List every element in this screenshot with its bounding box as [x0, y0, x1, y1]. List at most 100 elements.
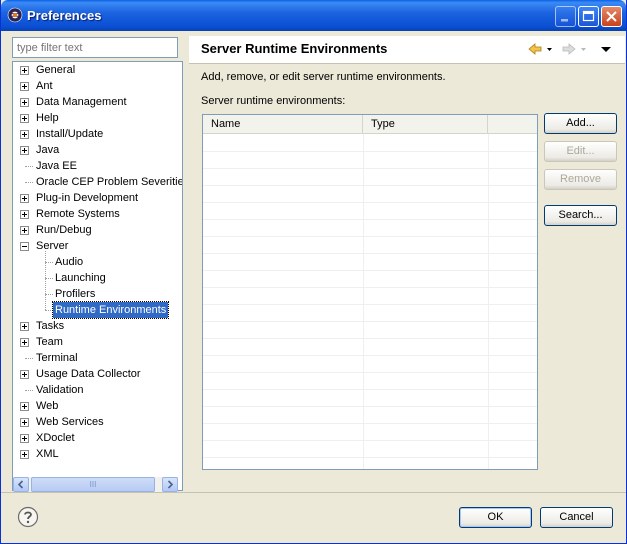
tree-item[interactable]: Java EE [13, 158, 182, 174]
runtime-environments-table[interactable]: Name Type [202, 114, 538, 470]
table-row-line [203, 457, 537, 458]
tree-connector [25, 358, 33, 359]
tree-item[interactable]: Run/Debug [13, 222, 182, 238]
tree-item[interactable]: Launching [13, 270, 182, 286]
tree-connector [25, 166, 33, 167]
remove-button[interactable]: Remove [544, 169, 617, 190]
scroll-thumb[interactable]: III [31, 477, 155, 492]
tree-connector [25, 390, 33, 391]
help-icon[interactable] [17, 506, 39, 528]
minimize-icon [561, 19, 568, 22]
expand-icon[interactable] [20, 146, 29, 155]
tree-item[interactable]: XDoclet [13, 430, 182, 446]
tree-item[interactable]: Tasks [13, 318, 182, 334]
tree-connector [45, 278, 53, 279]
tree-item-label: Ant [36, 80, 53, 92]
tree-item-label: XDoclet [36, 432, 75, 444]
expand-icon[interactable] [20, 98, 29, 107]
preferences-window: Preferences General Ant Data Management Hel… [0, 0, 627, 544]
tree-item[interactable]: Oracle CEP Problem Severities [13, 174, 182, 190]
tree-item[interactable]: Plug-in Development [13, 190, 182, 206]
collapse-icon[interactable] [20, 242, 29, 251]
ok-button[interactable]: OK [459, 507, 532, 528]
tree-item[interactable]: Help [13, 110, 182, 126]
tree-item[interactable]: Runtime Environments [13, 301, 182, 319]
scroll-left-button[interactable] [13, 477, 29, 492]
close-button[interactable] [601, 6, 622, 27]
expand-icon[interactable] [20, 66, 29, 75]
preferences-tree[interactable]: General Ant Data Management Help Install/Upd… [12, 61, 183, 491]
expand-icon[interactable] [20, 194, 29, 203]
title-bar[interactable]: Preferences [1, 0, 626, 31]
expand-icon[interactable] [20, 226, 29, 235]
tree-item-label: General [36, 64, 76, 76]
table-row-line [203, 270, 537, 271]
tree-item[interactable]: Validation [13, 382, 182, 398]
table-row-line [203, 253, 537, 254]
tree-item[interactable]: General [13, 62, 182, 78]
maximize-button[interactable] [578, 6, 599, 27]
expand-icon[interactable] [20, 210, 29, 219]
expand-icon[interactable] [20, 338, 29, 347]
table-row-line [203, 219, 537, 220]
page-title: Server Runtime Environments [201, 41, 388, 56]
table-row-line [203, 338, 537, 339]
chevron-right-icon [167, 480, 174, 489]
table-row-line [203, 321, 537, 322]
tree-item[interactable]: Audio [13, 254, 182, 270]
tree-item[interactable]: Web Services [13, 414, 182, 430]
expand-icon[interactable] [20, 322, 29, 331]
add-button[interactable]: Add... [544, 113, 617, 134]
expand-icon[interactable] [20, 418, 29, 427]
tree-item-label: Help [36, 112, 59, 124]
expand-icon[interactable] [20, 434, 29, 443]
tree-item-label: Terminal [36, 352, 78, 364]
column-header-name[interactable]: Name [203, 115, 363, 133]
eclipse-icon [7, 7, 23, 23]
expand-icon[interactable] [20, 402, 29, 411]
tree-item[interactable]: Data Management [13, 94, 182, 110]
expand-icon[interactable] [20, 450, 29, 459]
cancel-button[interactable]: Cancel [540, 507, 613, 528]
expand-icon[interactable] [20, 370, 29, 379]
table-row-line [203, 236, 537, 237]
table-row-line [203, 287, 537, 288]
expand-icon[interactable] [20, 130, 29, 139]
tree-item[interactable]: Java [13, 142, 182, 158]
close-icon [606, 11, 617, 22]
maximize-icon [582, 10, 595, 22]
tree-connector [25, 182, 33, 183]
search-button[interactable]: Search... [544, 205, 617, 226]
scroll-right-button[interactable] [162, 477, 178, 492]
tree-item-label: Validation [36, 384, 84, 396]
tree-item[interactable]: Terminal [13, 350, 182, 366]
table-row-line [203, 355, 537, 356]
tree-item-label: Server [36, 240, 69, 252]
forward-arrow-icon[interactable] [561, 42, 589, 56]
tree-item[interactable]: Ant [13, 78, 182, 94]
tree-item-label: Usage Data Collector [36, 368, 141, 380]
tree-item-label: Runtime Environments [51, 301, 170, 319]
tree-item[interactable]: Usage Data Collector [13, 366, 182, 382]
filter-input[interactable] [12, 37, 178, 58]
tree-item[interactable]: XML [13, 446, 182, 462]
view-menu-icon[interactable] [599, 42, 613, 56]
minimize-button[interactable] [555, 6, 576, 27]
tree-item[interactable]: Remote Systems [13, 206, 182, 222]
column-header-type[interactable]: Type [363, 115, 488, 133]
tree-item[interactable]: Team [13, 334, 182, 350]
expand-icon[interactable] [20, 114, 29, 123]
expand-icon[interactable] [20, 82, 29, 91]
tree-item[interactable]: Web [13, 398, 182, 414]
table-row-line [203, 202, 537, 203]
page-header: Server Runtime Environments [189, 36, 625, 64]
back-arrow-icon[interactable] [527, 42, 555, 56]
tree-item[interactable]: Profilers [13, 286, 182, 302]
tree-item-label: Team [36, 336, 63, 348]
tree-item[interactable]: Server [13, 238, 182, 254]
tree-horizontal-scrollbar[interactable]: III [13, 477, 178, 492]
tree-item[interactable]: Install/Update [13, 126, 182, 142]
edit-button[interactable]: Edit... [544, 141, 617, 162]
table-row-line [203, 423, 537, 424]
runtime-list-label: Server runtime environments: [201, 95, 346, 107]
